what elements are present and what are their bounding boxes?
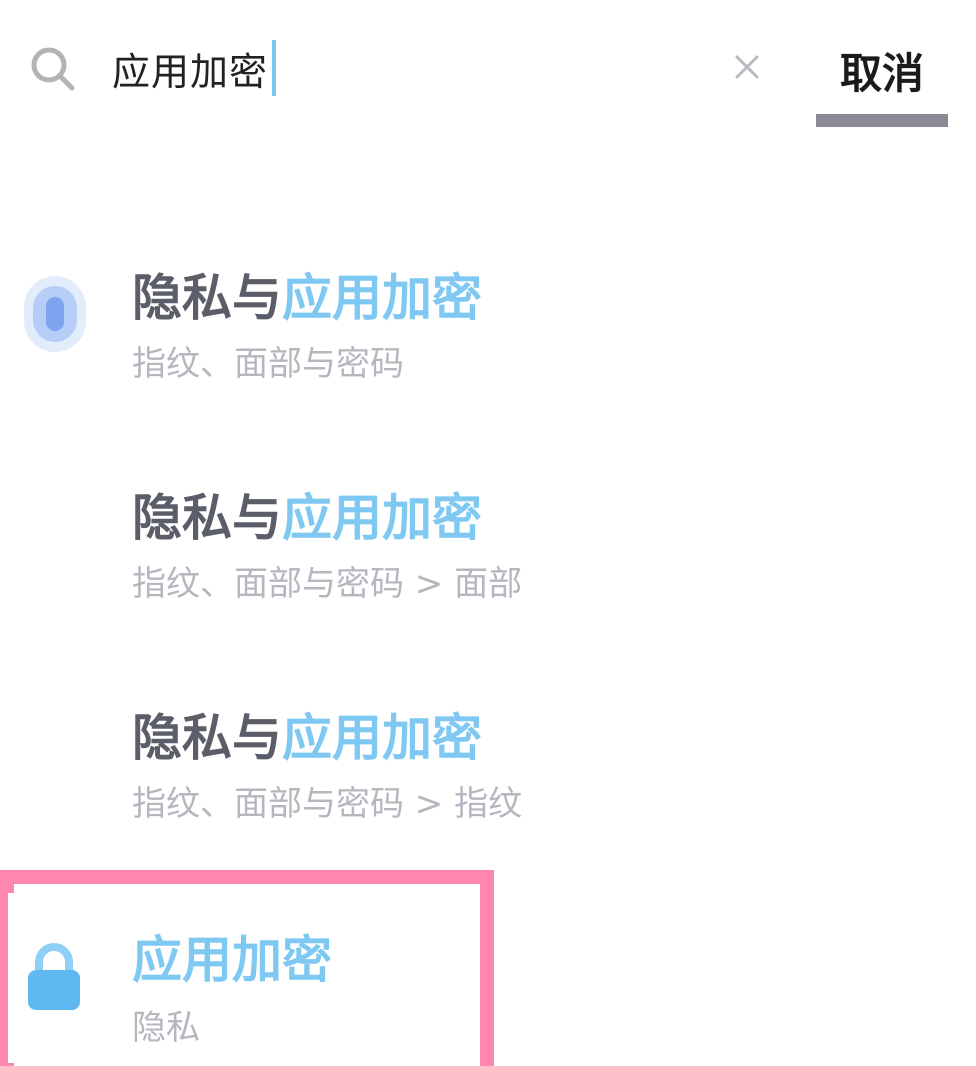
result-subtitle: 指纹、面部与密码 > 面部	[132, 564, 523, 604]
result-title: 应用加密	[132, 931, 332, 989]
result-title: 隐私与应用加密	[132, 709, 482, 767]
result-title: 隐私与应用加密	[132, 489, 482, 547]
result-subtitle: 指纹、面部与密码 > 指纹	[132, 784, 523, 824]
result-subtitle: 隐私	[132, 1008, 200, 1048]
lock-icon	[28, 943, 80, 1010]
fingerprint-icon	[24, 276, 86, 352]
result-title: 隐私与应用加密	[132, 269, 482, 327]
result-item[interactable]: 隐私与应用加密 指纹、面部与密码 > 指纹	[0, 0, 976, 824]
result-subtitle: 指纹、面部与密码	[132, 344, 404, 384]
